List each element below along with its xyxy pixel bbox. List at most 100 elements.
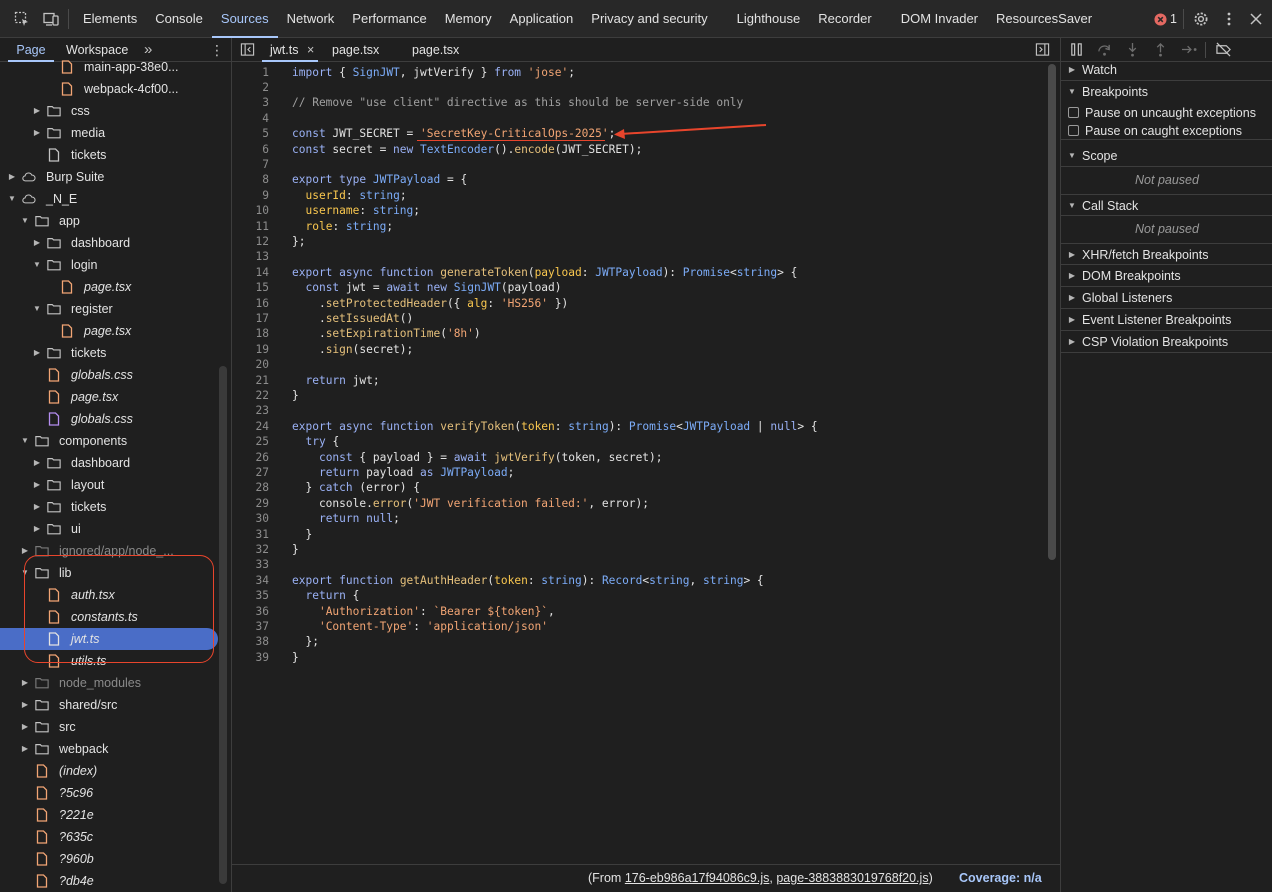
code-line[interactable]: 4 [232, 111, 1047, 126]
error-indicator[interactable]: 1 [1154, 11, 1177, 27]
code-line[interactable]: 11 role: string; [232, 219, 1047, 234]
collapsed-triangle-icon[interactable]: ▶ [20, 694, 30, 716]
collapsed-triangle-icon[interactable]: ▶ [20, 738, 30, 760]
code-line[interactable]: 25 try { [232, 434, 1047, 449]
source-link-1[interactable]: 176-eb986a17f94086c9.js [625, 871, 770, 885]
line-number[interactable]: 17 [232, 311, 269, 326]
code-line[interactable]: 34 export function getAuthHeader(token: s… [232, 573, 1047, 588]
tree-item[interactable]: globals.css [0, 408, 218, 430]
step-out-icon[interactable] [1153, 42, 1168, 57]
tab-lighthouse[interactable]: Lighthouse [728, 0, 810, 38]
tab-network[interactable]: Network [278, 0, 344, 38]
code-line[interactable]: 20 [232, 357, 1047, 372]
collapsed-triangle-icon[interactable]: ▶ [32, 342, 42, 364]
line-number[interactable]: 16 [232, 296, 269, 311]
collapsed-triangle-icon[interactable]: ▶ [32, 496, 42, 518]
tree-item[interactable]: webpack-4cf00... [0, 78, 218, 100]
code-line[interactable]: 16 .setProtectedHeader({ alg: 'HS256' }) [232, 296, 1047, 311]
settings-gear-icon[interactable] [1193, 11, 1209, 27]
code-line[interactable]: 33 [232, 557, 1047, 572]
line-number[interactable]: 25 [232, 434, 269, 449]
line-number[interactable]: 34 [232, 573, 269, 588]
code-line[interactable]: 8 export type JWTPayload = { [232, 172, 1047, 187]
line-number[interactable]: 18 [232, 326, 269, 341]
pause-caught-checkbox[interactable] [1068, 125, 1079, 136]
tree-item[interactable]: page.tsx [0, 386, 218, 408]
collapsed-triangle-icon[interactable]: ▶ [20, 716, 30, 738]
pause-uncaught-checkbox[interactable] [1068, 107, 1079, 118]
tab-elements[interactable]: Elements [74, 0, 146, 38]
code-area[interactable]: 1 import { SignJWT, jwtVerify } from 'jos… [232, 64, 1047, 874]
tree-item[interactable]: ▼ login [0, 254, 218, 276]
tree-item[interactable]: ?db4e [0, 870, 218, 892]
code-line[interactable]: 12}; [232, 234, 1047, 249]
pause-resume-icon[interactable] [1069, 42, 1084, 57]
pause-uncaught-row[interactable]: Pause on uncaught exceptions [1061, 104, 1272, 122]
watch-section[interactable]: ▶ Watch [1061, 59, 1272, 81]
event-listener-breakpoints-section[interactable]: ▶ Event Listener Breakpoints [1061, 309, 1272, 331]
code-line[interactable]: 36 'Authorization': `Bearer ${token}`, [232, 604, 1047, 619]
code-line[interactable]: 21 return jwt; [232, 373, 1047, 388]
line-number[interactable]: 21 [232, 373, 269, 388]
code-line[interactable]: 19 .sign(secret); [232, 342, 1047, 357]
line-number[interactable]: 13 [232, 249, 269, 264]
collapsed-triangle-icon[interactable]: ▶ [32, 100, 42, 122]
line-number[interactable]: 12 [232, 234, 269, 249]
line-number[interactable]: 20 [232, 357, 269, 372]
line-number[interactable]: 11 [232, 219, 269, 234]
editor-tab-jwt-ts[interactable]: jwt.ts × [262, 38, 318, 62]
line-number[interactable]: 28 [232, 480, 269, 495]
inspect-element-icon[interactable] [14, 11, 30, 27]
code-line[interactable]: 30 return null; [232, 511, 1047, 526]
expanded-triangle-icon[interactable]: ▼ [7, 188, 17, 210]
more-options-icon[interactable] [1221, 11, 1237, 27]
collapsed-triangle-icon[interactable]: ▶ [32, 232, 42, 254]
line-number[interactable]: 26 [232, 450, 269, 465]
tree-item[interactable]: ▼ components [0, 430, 218, 452]
code-line[interactable]: 39} [232, 650, 1047, 665]
collapsed-triangle-icon[interactable]: ▶ [32, 122, 42, 144]
line-number[interactable]: 8 [232, 172, 269, 187]
scope-section[interactable]: ▼ Scope [1061, 145, 1272, 167]
call-stack-section[interactable]: ▼ Call Stack [1061, 194, 1272, 216]
line-number[interactable]: 19 [232, 342, 269, 357]
tab-resources-saver[interactable]: ResourcesSaver [987, 0, 1101, 38]
xhr-breakpoints-section[interactable]: ▶ XHR/fetch Breakpoints [1061, 243, 1272, 265]
line-number[interactable]: 3 [232, 95, 269, 110]
code-line[interactable]: 9 userId: string; [232, 188, 1047, 203]
editor-scrollbar[interactable] [1048, 64, 1056, 560]
breakpoints-section[interactable]: ▼ Breakpoints [1061, 81, 1272, 103]
tree-item[interactable]: main-app-38e0... [0, 56, 218, 78]
code-line[interactable]: 38 }; [232, 634, 1047, 649]
line-number[interactable]: 6 [232, 142, 269, 157]
tree-item[interactable]: ▶ shared/src [0, 694, 218, 716]
line-number[interactable]: 31 [232, 527, 269, 542]
collapsed-triangle-icon[interactable]: ▶ [7, 166, 17, 188]
collapsed-triangle-icon[interactable]: ▶ [20, 672, 30, 694]
tree-item[interactable]: ▶ webpack [0, 738, 218, 760]
code-line[interactable]: 18 .setExpirationTime('8h') [232, 326, 1047, 341]
collapsed-triangle-icon[interactable]: ▶ [32, 474, 42, 496]
tree-item[interactable]: ▶ Burp Suite [0, 166, 218, 188]
tab-recorder[interactable]: Recorder [809, 0, 891, 38]
source-link-2[interactable]: page-3883883019768f20.js [776, 871, 928, 885]
code-line[interactable]: 28 } catch (error) { [232, 480, 1047, 495]
tree-item[interactable]: ?5c96 [0, 782, 218, 804]
close-tab-icon[interactable]: × [307, 43, 314, 57]
global-listeners-section[interactable]: ▶ Global Listeners [1061, 287, 1272, 309]
collapsed-triangle-icon[interactable]: ▶ [32, 452, 42, 474]
line-number[interactable]: 35 [232, 588, 269, 603]
collapsed-triangle-icon[interactable]: ▶ [32, 518, 42, 540]
code-line[interactable]: 15 const jwt = await new SignJWT(payload… [232, 280, 1047, 295]
expanded-triangle-icon[interactable]: ▼ [20, 210, 30, 232]
code-line[interactable]: 35 return { [232, 588, 1047, 603]
tab-application[interactable]: Application [501, 0, 583, 38]
step-into-icon[interactable] [1125, 42, 1140, 57]
navigator-scrollbar[interactable] [219, 366, 227, 884]
deactivate-breakpoints-icon[interactable] [1215, 42, 1232, 57]
code-line[interactable]: 10 username: string; [232, 203, 1047, 218]
code-line[interactable]: 3 // Remove "use client" directive as thi… [232, 95, 1047, 110]
code-line[interactable]: 14 export async function generateToken(pa… [232, 265, 1047, 280]
step-icon[interactable] [1181, 42, 1198, 57]
line-number[interactable]: 22 [232, 388, 269, 403]
